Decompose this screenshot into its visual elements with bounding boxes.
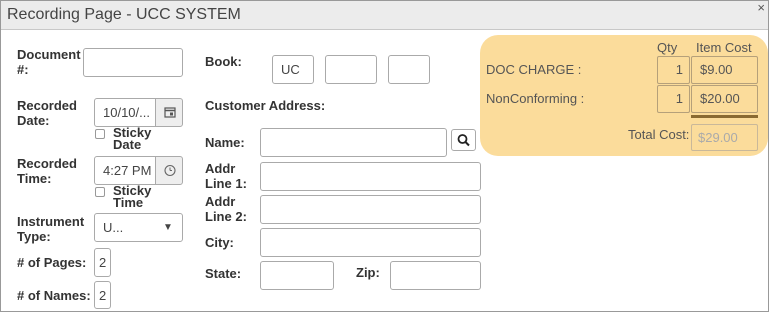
book-input-2[interactable]: [325, 55, 377, 84]
addr-line-1-label: Addr Line 1:: [205, 161, 247, 191]
names-label: # of Names:: [17, 288, 91, 303]
close-icon[interactable]: ×: [757, 0, 765, 15]
recorded-time-input[interactable]: 4:27 PM: [94, 156, 156, 185]
search-icon: [457, 134, 470, 147]
document-label: Document #:: [17, 47, 81, 77]
sticky-date-label: Sticky Date: [113, 125, 152, 152]
pages-label: # of Pages:: [17, 255, 87, 270]
book-label: Book:: [205, 54, 242, 69]
document-input[interactable]: [83, 48, 183, 77]
state-label: State:: [205, 266, 242, 281]
city-input[interactable]: [260, 228, 481, 257]
sticky-time-checkbox[interactable]: [95, 187, 105, 197]
pages-input[interactable]: 2: [94, 248, 111, 277]
nonconforming-label: NonConforming :: [486, 91, 585, 106]
name-input[interactable]: [260, 128, 447, 157]
total-separator: [691, 115, 758, 118]
addr-line-2-label: Addr Line 2:: [205, 194, 247, 224]
recorded-date-label: Recorded Date:: [17, 98, 77, 128]
title-bar: Recording Page - UCC SYSTEM ×: [1, 0, 768, 30]
recorded-time-label: Recorded Time:: [17, 156, 77, 186]
name-label: Name:: [205, 135, 245, 150]
qty-header: Qty: [657, 40, 678, 55]
doc-charge-cost[interactable]: $9.00: [691, 56, 758, 84]
caret-down-icon: ▼: [163, 222, 173, 233]
search-button[interactable]: [451, 129, 476, 151]
nonconforming-cost[interactable]: $20.00: [691, 85, 758, 113]
sticky-time-label: Sticky Time: [113, 183, 152, 210]
recorded-date-input[interactable]: 10/10/...: [94, 98, 156, 127]
zip-label: Zip:: [356, 265, 380, 280]
date-picker-button[interactable]: [155, 98, 183, 127]
book-input-3[interactable]: [388, 55, 430, 84]
total-cost-value: $29.00: [691, 124, 758, 151]
instrument-type-value: U...: [103, 220, 124, 235]
time-picker-button[interactable]: [155, 156, 183, 185]
window-title: Recording Page - UCC SYSTEM: [7, 6, 241, 23]
total-cost-label: Total Cost:: [628, 127, 690, 142]
doc-charge-qty[interactable]: 1: [657, 56, 690, 84]
sticky-date-checkbox[interactable]: [95, 129, 105, 139]
city-label: City:: [205, 235, 234, 250]
addr-line-2-input[interactable]: [260, 195, 481, 224]
nonconforming-qty[interactable]: 1: [657, 85, 690, 113]
instrument-type-label: Instrument Type:: [17, 214, 85, 244]
zip-input[interactable]: [390, 261, 481, 290]
calendar-icon: [164, 107, 176, 118]
item-cost-header: Item Cost: [696, 40, 752, 55]
book-input-1[interactable]: UC: [272, 55, 314, 84]
customer-address-label: Customer Address:: [205, 98, 326, 113]
clock-icon: [164, 164, 176, 177]
doc-charge-label: DOC CHARGE :: [486, 62, 582, 77]
instrument-type-select[interactable]: U... ▼: [94, 213, 183, 242]
state-input[interactable]: [260, 261, 334, 290]
names-input[interactable]: 2: [94, 281, 111, 309]
addr-line-1-input[interactable]: [260, 162, 481, 191]
